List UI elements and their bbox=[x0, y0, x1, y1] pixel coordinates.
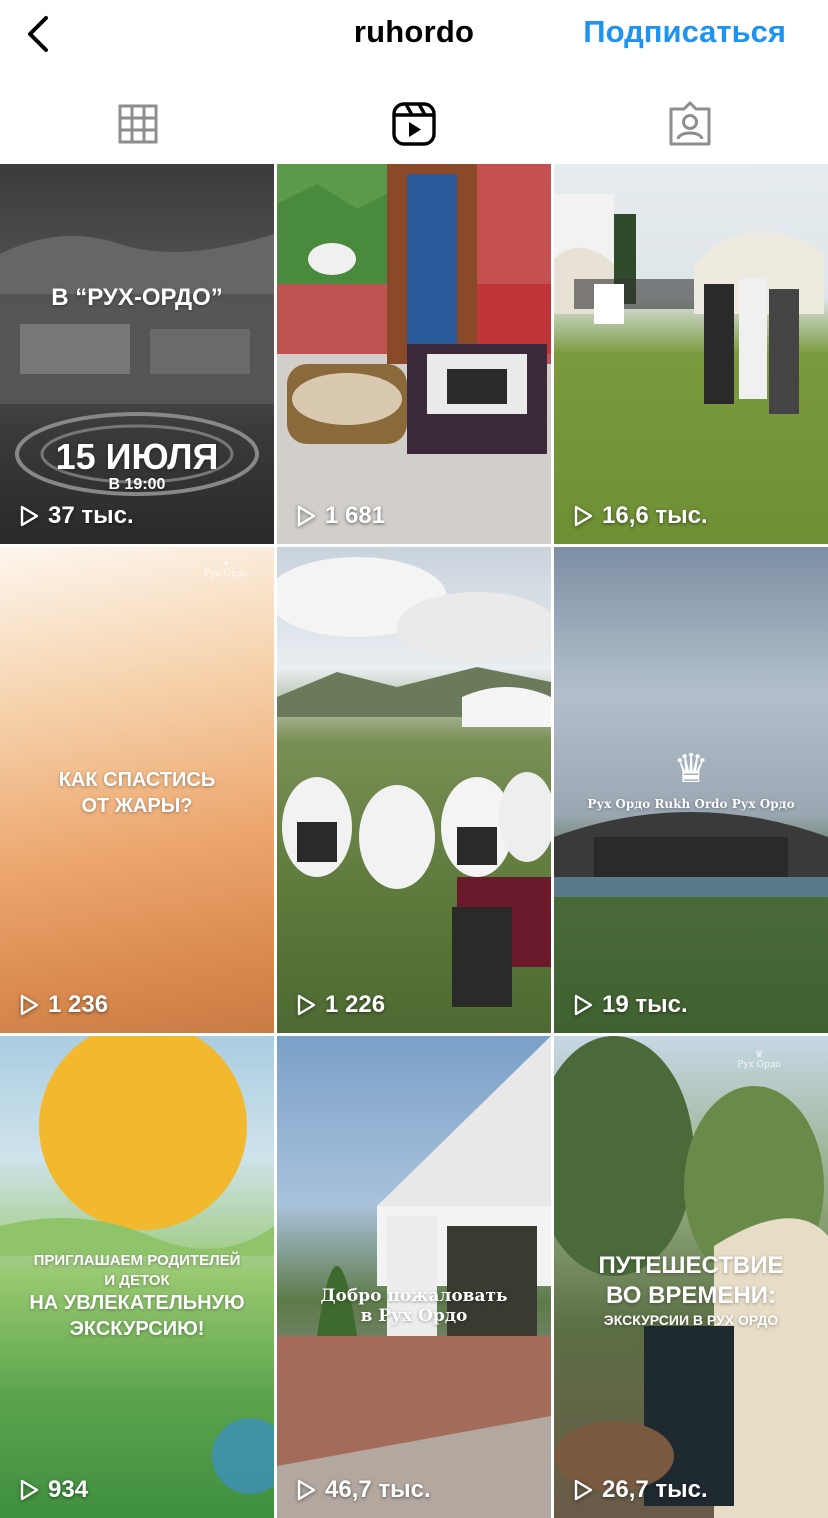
reel-caption-line: Рух Ордо Rukh Ordo Рух Ордо bbox=[587, 797, 795, 811]
follow-button[interactable]: Подписаться bbox=[583, 14, 786, 50]
reel-caption-line: И ДЕТОК bbox=[104, 1272, 170, 1289]
reel-thumbnail[interactable]: ПРИГЛАШАЕМ РОДИТЕЛЕЙ И ДЕТОК НА УВЛЕКАТЕ… bbox=[0, 1036, 274, 1518]
reel-thumbnail[interactable]: 1 681 bbox=[277, 164, 551, 544]
reel-caption-line: ЭКСКУРСИЮ! bbox=[69, 1318, 205, 1340]
view-count-value: 19 тыс. bbox=[602, 991, 688, 1018]
view-count: 26,7 тыс. bbox=[572, 1476, 708, 1504]
view-count-value: 1 236 bbox=[48, 991, 109, 1018]
play-icon bbox=[574, 1479, 593, 1501]
tab-posts[interactable] bbox=[0, 86, 276, 162]
reel-thumbnail[interactable]: ♛ Рух Ордо ПУТЕШЕСТВИЕ ВО ВРЕМЕНИ: ЭКСКУР… bbox=[554, 1036, 828, 1518]
festival-photo bbox=[554, 194, 824, 414]
reel-caption-line: КАК СПАСТИСЬ bbox=[58, 769, 216, 791]
reel-caption-line: ЭКСКУРСИИ В РУХ ОРДО bbox=[603, 1312, 779, 1328]
tab-reels[interactable] bbox=[276, 86, 552, 162]
tab-tagged[interactable] bbox=[552, 86, 828, 162]
crowd-photo bbox=[277, 557, 551, 1007]
view-count: 934 bbox=[18, 1476, 88, 1504]
reel-caption-line: Добро пожаловать bbox=[320, 1286, 508, 1306]
back-button[interactable] bbox=[18, 12, 58, 56]
reel-thumbnail[interactable]: Добро пожаловать в Рух Ордо 46,7 тыс. bbox=[277, 1036, 551, 1518]
view-count: 16,6 тыс. bbox=[572, 502, 708, 530]
reel-caption-line: ПУТЕШЕСТВИЕ bbox=[598, 1252, 784, 1279]
view-count-value: 26,7 тыс. bbox=[602, 1476, 708, 1503]
play-icon bbox=[574, 994, 593, 1016]
view-count-value: 1 226 bbox=[325, 991, 386, 1018]
crafts-photo bbox=[277, 164, 551, 544]
play-icon bbox=[297, 1479, 316, 1501]
building-photo bbox=[277, 1036, 551, 1518]
view-count-value: 1 681 bbox=[325, 502, 386, 529]
profile-username: ruhordo bbox=[353, 14, 475, 49]
reel-caption-line: В 19:00 bbox=[108, 476, 166, 493]
view-count-value: 16,6 тыс. bbox=[602, 502, 708, 529]
reels-icon bbox=[392, 102, 436, 146]
rukh-ordo-logo: ✦ Рух Ордо bbox=[204, 559, 248, 579]
play-icon bbox=[574, 505, 593, 527]
play-icon bbox=[297, 994, 316, 1016]
reel-thumbnail[interactable]: 1 226 bbox=[277, 547, 551, 1033]
reel-thumbnail[interactable]: 16,6 тыс. bbox=[554, 164, 828, 544]
reel-caption-line: В “РУХ-ОРДО” bbox=[51, 284, 223, 311]
reel-thumbnail[interactable]: ♛ Рух Ордо Rukh Ordo Рух Ордо 19 тыс. bbox=[554, 547, 828, 1033]
reel-caption-line: 15 ИЮЛЯ bbox=[55, 436, 219, 477]
profile-tabs bbox=[0, 86, 828, 162]
view-count-value: 934 bbox=[48, 1476, 89, 1503]
rukh-ordo-logo: ♛ Рух Ордо bbox=[737, 1050, 781, 1070]
reel-thumbnail[interactable]: В “РУХ-ОРДО” 15 ИЮЛЯ В 19:00 37 тыс. bbox=[0, 164, 274, 544]
reels-grid: В “РУХ-ОРДО” 15 ИЮЛЯ В 19:00 37 тыс. 1 6 bbox=[0, 164, 828, 1518]
play-icon bbox=[20, 505, 39, 527]
view-count: 37 тыс. bbox=[18, 502, 134, 530]
reel-caption-line: ПРИГЛАШАЕМ РОДИТЕЛЕЙ bbox=[33, 1252, 241, 1269]
tagged-person-icon bbox=[669, 101, 711, 146]
play-icon bbox=[297, 505, 316, 527]
view-count-value: 46,7 тыс. bbox=[325, 1476, 431, 1503]
reel-caption-line: ВО ВРЕМЕНИ: bbox=[606, 1282, 776, 1309]
reel-caption-line: в Рух Ордо bbox=[360, 1306, 468, 1326]
rukh-ordo-logo: ♛ bbox=[673, 746, 709, 792]
play-icon bbox=[20, 994, 39, 1016]
reel-caption-line: НА УВЛЕКАТЕЛЬНУЮ bbox=[29, 1292, 245, 1314]
grid-icon bbox=[118, 104, 158, 144]
top-bar: ruhordo Подписаться bbox=[0, 0, 828, 70]
view-count-value: 37 тыс. bbox=[48, 502, 134, 529]
reel-thumbnail[interactable]: ✦ Рух Ордо КАК СПАСТИСЬ ОТ ЖАРЫ? 1 236 bbox=[0, 547, 274, 1033]
chevron-left-icon bbox=[28, 16, 48, 52]
view-count: 46,7 тыс. bbox=[295, 1476, 431, 1504]
view-count: 1 681 bbox=[295, 502, 385, 530]
reel-caption-line: ОТ ЖАРЫ? bbox=[81, 795, 193, 817]
view-count: 1 226 bbox=[295, 991, 385, 1019]
play-icon bbox=[20, 1479, 39, 1501]
view-count: 1 236 bbox=[18, 991, 108, 1019]
view-count: 19 тыс. bbox=[572, 991, 688, 1019]
